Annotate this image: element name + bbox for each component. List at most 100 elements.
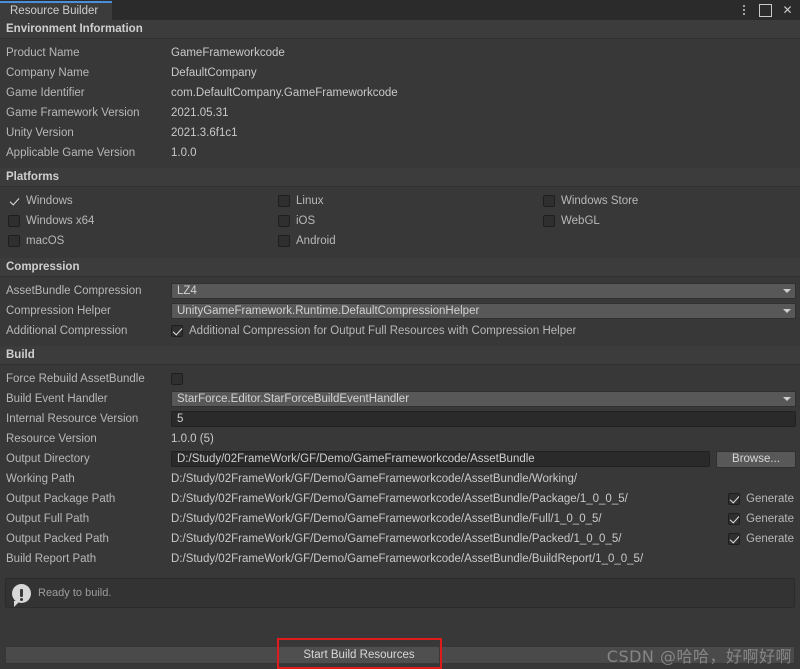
section-header-environment: Environment Information	[0, 20, 800, 39]
footer-bar: Start Build Resources CSDN @哈哈，好啊好啊	[0, 643, 800, 667]
field-label: Build Event Handler	[6, 393, 171, 405]
window-controls: ✕	[737, 2, 794, 18]
field-label: Applicable Game Version	[6, 147, 171, 159]
maximize-icon[interactable]	[759, 4, 772, 17]
field-value: 2021.3.6f1c1	[171, 127, 238, 139]
row-output-packed-path: Output Packed Path D:/Study/02FrameWork/…	[0, 529, 800, 549]
input-value: 5	[177, 413, 183, 425]
chevron-down-icon	[783, 309, 791, 313]
checkbox-icon[interactable]	[8, 215, 20, 227]
field-value: 1.0.0	[171, 147, 197, 159]
generate-label: Generate	[746, 533, 794, 545]
generate-package-checkbox[interactable]: Generate	[728, 493, 794, 505]
generate-full-checkbox[interactable]: Generate	[728, 513, 794, 525]
checkbox-icon[interactable]	[278, 215, 290, 227]
checkbox-icon[interactable]	[8, 195, 20, 207]
checkbox-icon[interactable]	[8, 235, 20, 247]
additional-compression-caption: Additional Compression for Output Full R…	[189, 325, 576, 337]
section-body-build: Force Rebuild AssetBundle Build Event Ha…	[0, 365, 800, 574]
field-label: Additional Compression	[6, 325, 171, 337]
table-row: Game Framework Version 2021.05.31	[0, 103, 800, 123]
build-event-handler-dropdown[interactable]: StarForce.Editor.StarForceBuildEventHand…	[171, 391, 796, 407]
field-value: D:/Study/02FrameWork/GF/Demo/GameFramewo…	[171, 553, 800, 565]
kebab-menu-icon[interactable]	[737, 4, 750, 17]
row-assetbundle-compression: AssetBundle Compression LZ4	[0, 281, 800, 301]
field-label: Internal Resource Version	[6, 413, 171, 425]
window-titlebar: Resource Builder ✕	[0, 0, 800, 20]
watermark: CSDN @哈哈，好啊好啊	[607, 643, 792, 667]
field-label: AssetBundle Compression	[6, 285, 171, 297]
field-label: Resource Version	[6, 433, 171, 445]
tab-label: Resource Builder	[10, 5, 98, 17]
checkbox-icon[interactable]	[543, 195, 555, 207]
table-row: Unity Version 2021.3.6f1c1	[0, 123, 800, 143]
chevron-down-icon	[783, 289, 791, 293]
section-body-platforms: Windows Linux Windows Store Windows x64 …	[0, 187, 800, 258]
row-output-directory: Output Directory D:/Study/02FrameWork/GF…	[0, 449, 800, 469]
platform-label: Linux	[296, 195, 324, 207]
field-label: Working Path	[6, 473, 171, 485]
field-label: Product Name	[6, 47, 171, 59]
field-label: Game Identifier	[6, 87, 171, 99]
platform-checkbox-windows-x64[interactable]: Windows x64	[8, 211, 278, 231]
table-row: Game Identifier com.DefaultCompany.GameF…	[0, 83, 800, 103]
field-label: Output Directory	[6, 453, 171, 465]
platform-checkbox-ios[interactable]: iOS	[278, 211, 543, 231]
row-additional-compression: Additional Compression Additional Compre…	[0, 321, 800, 341]
platform-checkbox-windows-store[interactable]: Windows Store	[543, 191, 800, 211]
table-row: Company Name DefaultCompany	[0, 63, 800, 83]
field-value: D:/Study/02FrameWork/GF/Demo/GameFramewo…	[171, 493, 728, 505]
section-header-compression: Compression	[0, 258, 800, 277]
field-label: Unity Version	[6, 127, 171, 139]
compression-helper-dropdown[interactable]: UnityGameFramework.Runtime.DefaultCompre…	[171, 303, 796, 319]
platform-checkbox-webgl[interactable]: WebGL	[543, 211, 800, 231]
input-value: D:/Study/02FrameWork/GF/Demo/GameFramewo…	[177, 453, 535, 465]
checkbox-icon[interactable]	[728, 533, 740, 545]
field-label: Output Packed Path	[6, 533, 171, 545]
platform-checkbox-windows[interactable]: Windows	[8, 191, 278, 211]
row-output-package-path: Output Package Path D:/Study/02FrameWork…	[0, 489, 800, 509]
section-header-platforms: Platforms	[0, 168, 800, 187]
checkbox-icon[interactable]	[728, 493, 740, 505]
close-icon[interactable]: ✕	[781, 4, 794, 17]
checkbox-icon[interactable]	[171, 325, 183, 337]
row-output-full-path: Output Full Path D:/Study/02FrameWork/GF…	[0, 509, 800, 529]
field-value: D:/Study/02FrameWork/GF/Demo/GameFramewo…	[171, 473, 800, 485]
checkbox-icon[interactable]	[543, 215, 555, 227]
tab-resource-builder[interactable]: Resource Builder	[0, 1, 112, 20]
platform-label: iOS	[296, 215, 315, 227]
field-label: Output Full Path	[6, 513, 171, 525]
platform-label: Android	[296, 235, 336, 247]
field-label: Game Framework Version	[6, 107, 171, 119]
field-value: 2021.05.31	[171, 107, 229, 119]
generate-label: Generate	[746, 513, 794, 525]
status-text: Ready to build.	[38, 587, 111, 599]
chevron-down-icon	[783, 397, 791, 401]
field-label: Build Report Path	[6, 553, 171, 565]
internal-resource-version-input[interactable]: 5	[171, 411, 796, 427]
checkbox-icon[interactable]	[278, 235, 290, 247]
platform-label: Windows x64	[26, 215, 94, 227]
row-force-rebuild: Force Rebuild AssetBundle	[0, 369, 800, 389]
field-label: Force Rebuild AssetBundle	[6, 373, 171, 385]
browse-button[interactable]: Browse...	[716, 451, 796, 468]
start-build-resources-button[interactable]: Start Build Resources	[278, 646, 440, 664]
status-bar: Ready to build.	[5, 578, 795, 608]
assetbundle-compression-dropdown[interactable]: LZ4	[171, 283, 796, 299]
platform-checkbox-macos[interactable]: macOS	[8, 231, 278, 251]
output-directory-input[interactable]: D:/Study/02FrameWork/GF/Demo/GameFramewo…	[171, 451, 710, 467]
field-label: Compression Helper	[6, 305, 171, 317]
field-value: D:/Study/02FrameWork/GF/Demo/GameFramewo…	[171, 533, 728, 545]
row-build-event-handler: Build Event Handler StarForce.Editor.Sta…	[0, 389, 800, 409]
platform-checkbox-android[interactable]: Android	[278, 231, 543, 251]
field-value: 1.0.0 (5)	[171, 433, 214, 445]
force-rebuild-checkbox[interactable]	[171, 373, 183, 385]
checkbox-icon[interactable]	[278, 195, 290, 207]
platform-checkbox-linux[interactable]: Linux	[278, 191, 543, 211]
additional-compression-checkbox[interactable]: Additional Compression for Output Full R…	[171, 325, 576, 337]
dropdown-value: StarForce.Editor.StarForceBuildEventHand…	[177, 393, 409, 405]
generate-packed-checkbox[interactable]: Generate	[728, 533, 794, 545]
checkbox-icon[interactable]	[728, 513, 740, 525]
row-working-path: Working Path D:/Study/02FrameWork/GF/Dem…	[0, 469, 800, 489]
field-value: GameFrameworkcode	[171, 47, 285, 59]
